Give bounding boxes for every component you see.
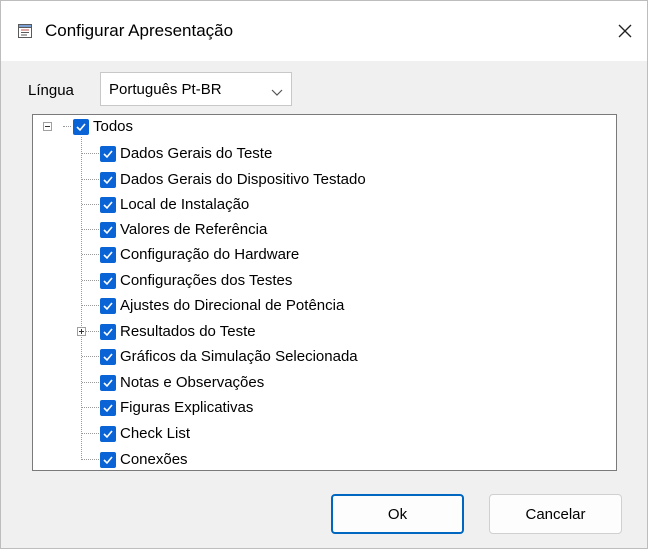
checkbox-checked-icon[interactable] [100,145,116,162]
tree-connector-line [86,331,99,332]
tree-node-label: Local de Instalação [120,196,250,213]
tree-connector-line [82,254,99,255]
tree-node-label: Configurações dos Testes [120,272,293,289]
tree-node-label: Figuras Explicativas [120,399,254,416]
collapse-toggle-todos[interactable] [43,122,52,131]
tree-connector-line [63,126,71,127]
tree-node-label: Notas e Observações [120,374,265,391]
tree-node-item[interactable]: Conexões [100,449,188,470]
cancel-button[interactable]: Cancelar [489,494,622,534]
tree-connector-line [82,382,99,383]
checkbox-checked-icon[interactable] [73,118,89,135]
tree-connector-line [82,179,99,180]
tree-node-label: Gráficos da Simulação Selecionada [120,348,358,365]
window-title: Configurar Apresentação [45,21,234,40]
tree-node-item[interactable]: Ajustes do Direcional de Potência [100,295,344,316]
tree-node-item[interactable]: Resultados do Teste [100,321,256,342]
checkbox-checked-icon[interactable] [100,171,116,188]
close-button[interactable] [603,9,647,53]
checkbox-checked-icon[interactable] [100,399,116,416]
tree-node-label: Ajustes do Direcional de Potência [120,297,345,314]
checkbox-checked-icon[interactable] [100,451,116,468]
language-label: Língua [28,82,74,99]
tree-node-item[interactable]: Configuração do Hardware [100,244,299,265]
tree-node-item[interactable]: Gráficos da Simulação Selecionada [100,346,358,367]
tree-node-item[interactable]: Figuras Explicativas [100,397,253,418]
tree-node-item[interactable]: Local de Instalação [100,194,249,215]
checkbox-checked-icon[interactable] [100,221,116,238]
tree-node-item[interactable]: Check List [100,423,190,444]
tree-node-label: Configuração do Hardware [120,246,300,263]
tree-node-label: Check List [120,425,191,442]
tree-connector-line [82,280,99,281]
tree-connector-line [82,204,99,205]
tree-node-label: Dados Gerais do Dispositivo Testado [120,171,366,188]
tree-node-item[interactable]: Dados Gerais do Dispositivo Testado [100,169,366,190]
tree-node-label: Valores de Referência [120,221,268,238]
tree-connector-line [82,459,99,460]
tree-connector-line [82,229,99,230]
tree-node-label: Resultados do Teste [120,323,256,340]
tree-node-label: Conexões [120,451,188,468]
checkbox-checked-icon[interactable] [100,246,116,263]
language-selected-value: Português Pt-BR [109,81,222,98]
expand-toggle-resultados[interactable] [77,327,86,336]
report-app-icon [17,23,33,39]
tree-node-todos[interactable]: Todos [73,116,133,137]
checkbox-checked-icon[interactable] [100,323,116,340]
language-select[interactable]: Português Pt-BR [100,72,292,106]
title-bar: Configurar Apresentação [1,1,647,61]
tree-connector-line [82,153,99,154]
tree-node-item[interactable]: Dados Gerais do Teste [100,143,272,164]
tree-node-label: Todos [93,118,134,135]
tree-connector-line [82,407,99,408]
ok-button[interactable]: Ok [331,494,464,534]
tree-node-item[interactable]: Valores de Referência [100,219,267,240]
tree-node-item[interactable]: Notas e Observações [100,372,264,393]
tree-connector-line [82,433,99,434]
chevron-down-icon [271,84,283,101]
checkbox-checked-icon[interactable] [100,348,116,365]
tree-node-label: Dados Gerais do Teste [120,145,273,162]
close-icon [618,24,632,38]
tree-node-item[interactable]: Configurações dos Testes [100,270,292,291]
checkbox-checked-icon[interactable] [100,374,116,391]
checkbox-checked-icon[interactable] [100,272,116,289]
checkbox-checked-icon[interactable] [100,297,116,314]
dialog-window: Configurar Apresentação Língua Português… [0,0,648,549]
tree-connector-line [82,356,99,357]
tree-connector-line [81,137,82,460]
checkbox-checked-icon[interactable] [100,425,116,442]
checkbox-checked-icon[interactable] [100,196,116,213]
report-sections-tree[interactable]: Todos Dados Gerais do Teste Dados Gerais… [32,114,617,471]
tree-connector-line [82,305,99,306]
